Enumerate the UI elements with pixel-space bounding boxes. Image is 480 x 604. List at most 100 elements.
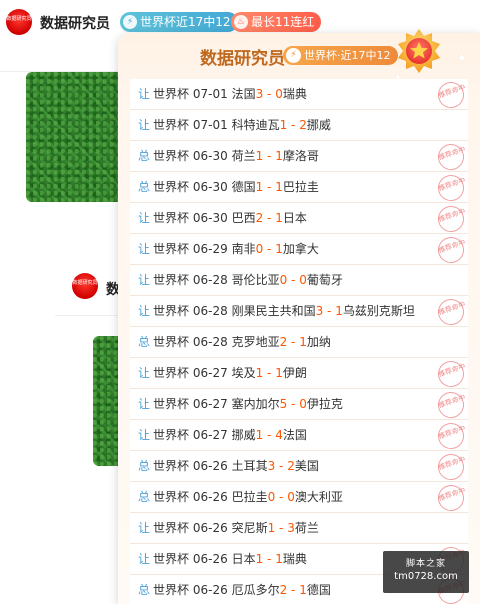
record-away-team: 葡萄牙 [306,273,343,287]
hit-stamp-icon: 推荐命中 [434,388,468,422]
streak-tag-label: 最长11连红 [251,15,315,29]
record-home-team: 日本 [231,552,256,566]
watermark-line1: 脚本之家 [405,559,446,569]
record-home-team: 南非 [231,242,256,256]
record-list: 让世界杯 07-01 法国3 - 0瑞典 推荐命中让世界杯 07-01 科特迪瓦1… [130,78,468,604]
record-row[interactable]: 让世界杯 06-27 挪威1 - 4法国 推荐命中 [130,419,468,453]
record-league: 世界杯 [153,211,190,225]
record-row[interactable]: 让世界杯 07-01 法国3 - 0瑞典 推荐命中 [130,78,468,112]
record-away-team: 乌兹别克斯坦 [342,304,415,318]
record-score-separator: - [287,118,300,132]
record-row[interactable]: 总世界杯 06-30 德国1 - 1巴拉圭 推荐命中 [130,171,468,205]
record-date: 06-30 [192,180,228,194]
record-date: 06-30 [192,149,228,163]
record-home-team: 荷兰 [231,149,256,163]
record-date: 06-27 [192,428,228,442]
record-row[interactable]: 让世界杯 06-29 南非0 - 1加拿大 推荐命中 [130,233,468,267]
record-score-separator: - [275,459,288,473]
record-score-separator: - [263,428,276,442]
record-league: 世界杯 [153,397,190,411]
watermark: 脚本之家 tm0728.com [383,551,469,593]
record-date: 06-28 [192,335,228,349]
record-home-team: 德国 [231,180,256,194]
record-away-team: 澳大利亚 [294,490,343,504]
author-avatar[interactable]: 数据研究员 [6,9,32,35]
record-score-separator: - [323,304,336,318]
hit-stamp-icon: 推荐命中 [434,481,468,515]
record-home-team: 刚果民主共和国 [231,304,316,318]
record-away-score: 1 [275,180,283,194]
streak-tag[interactable]: ♨ 最长11连红 [231,12,322,32]
record-popup: ✦ ✦ 数据研究员 ⚡ 世界杯·近17中12 让世界杯 07-01 法国3 - [118,29,480,604]
record-row[interactable]: 总世界杯 06-28 克罗地亚2 - 1加纳 [130,327,468,358]
popup-title: 数据研究员 [200,49,285,69]
record-score-separator: - [287,273,300,287]
record-score-separator: - [263,87,276,101]
record-date: 06-29 [192,242,228,256]
author-avatar-secondary[interactable]: 数据研究员 [72,273,98,299]
record-away-team: 瑞典 [282,87,307,101]
record-away-team: 荷兰 [294,521,319,535]
record-type: 让 [138,273,151,287]
record-league: 世界杯 [153,459,190,473]
record-type: 让 [138,397,151,411]
record-tag[interactable]: ⚡ 世界杯近17中12 [120,12,238,32]
record-type: 让 [138,211,151,225]
lightning-icon: ⚡ [123,15,137,29]
record-home-team: 哥伦比亚 [231,273,280,287]
record-score-separator: - [263,366,276,380]
record-away-score: 1 [275,242,283,256]
record-row[interactable]: 让世界杯 06-28 哥伦比亚0 - 0葡萄牙 [130,265,468,296]
record-score-separator: - [263,180,276,194]
record-row[interactable]: 总世界杯 06-30 荷兰1 - 1摩洛哥 推荐命中 [130,140,468,174]
author-name[interactable]: 数据研究员 [40,13,110,33]
record-row[interactable]: 让世界杯 06-30 巴西2 - 1日本 推荐命中 [130,202,468,236]
record-home-team: 克罗地亚 [231,335,280,349]
record-row[interactable]: 让世界杯 07-01 科特迪瓦1 - 2挪威 [130,110,468,141]
record-home-team: 法国 [231,87,256,101]
record-away-score: 0 [275,87,283,101]
record-away-score: 3 [287,521,295,535]
avatar-text: 数据研究员 [72,280,98,286]
record-score-separator: - [287,335,300,349]
record-home-team: 挪威 [231,428,256,442]
record-row[interactable]: 让世界杯 06-28 刚果民主共和国3 - 1乌兹别克斯坦 推荐命中 [130,295,468,329]
record-score-separator: - [287,583,300,597]
record-row[interactable]: 让世界杯 06-26 突尼斯1 - 3荷兰 [130,513,468,544]
record-date: 06-26 [192,459,228,473]
record-away-team: 巴拉圭 [282,180,319,194]
record-date: 06-26 [192,583,228,597]
hit-stamp-icon: 推荐命中 [434,233,468,267]
record-type: 总 [138,149,151,163]
popup-record-badge: ⚡ 世界杯·近17中12 [283,46,398,65]
record-away-team: 美国 [294,459,319,473]
record-away-score: 1 [275,211,283,225]
hit-stamp-icon: 推荐命中 [434,295,468,329]
record-home-team: 巴拉圭 [231,490,268,504]
record-away-score: 1 [299,335,307,349]
record-home-team: 塞内加尔 [231,397,280,411]
record-date: 06-26 [192,521,228,535]
record-league: 世界杯 [153,583,190,597]
record-row[interactable]: 让世界杯 06-27 埃及1 - 1伊朗 推荐命中 [130,357,468,391]
record-type: 让 [138,242,151,256]
record-home-team: 厄瓜多尔 [231,583,280,597]
record-away-score: 0 [299,397,307,411]
record-away-team: 加纳 [306,335,331,349]
record-row[interactable]: 总世界杯 06-26 巴拉圭0 - 0澳大利亚 推荐命中 [130,481,468,515]
record-row[interactable]: 让世界杯 06-27 塞内加尔5 - 0伊拉克 推荐命中 [130,388,468,422]
hit-stamp-icon: 推荐命中 [434,78,468,112]
record-away-team: 伊拉克 [306,397,343,411]
record-tag-label: 世界杯近17中12 [140,15,231,29]
record-away-score: 1 [275,552,283,566]
record-date: 06-28 [192,273,228,287]
record-league: 世界杯 [153,180,190,194]
record-away-score: 2 [299,118,307,132]
record-date: 06-27 [192,397,228,411]
record-away-team: 摩洛哥 [282,149,319,163]
lightning-icon: ⚡ [286,48,301,63]
record-score-separator: - [263,211,276,225]
hit-stamp-icon: 推荐命中 [434,202,468,236]
record-row[interactable]: 总世界杯 06-26 土耳其3 - 2美国 推荐命中 [130,450,468,484]
record-away-score: 1 [335,304,343,318]
